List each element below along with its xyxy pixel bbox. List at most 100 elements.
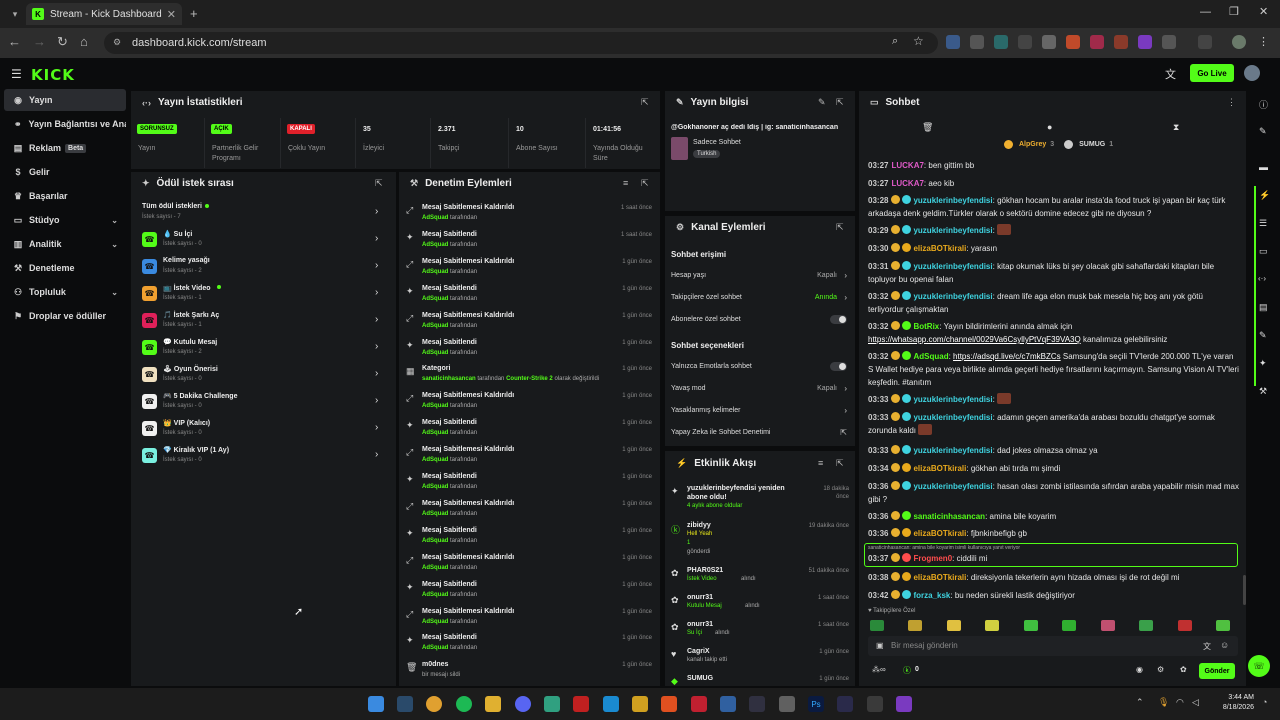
chat-username[interactable]: BotRix <box>913 322 939 331</box>
emotes-only-setting[interactable]: Yalnızca Emotlarla sohbet <box>671 361 849 371</box>
info-icon[interactable]: ⓘ <box>1259 98 1268 111</box>
tray-chevron-up-icon[interactable]: ⌃ <box>1136 697 1144 708</box>
chat-username[interactable]: elizaBOTkirali <box>913 464 966 473</box>
tab-list-icon[interactable]: ▾ <box>8 7 22 21</box>
app-icon[interactable] <box>779 696 795 712</box>
popout-icon[interactable]: ⇱ <box>836 458 844 469</box>
extensions-puzzle-icon[interactable] <box>1162 35 1176 49</box>
followers-only-setting[interactable]: Takipçilere özel sohbet Anında › <box>671 292 849 302</box>
chat-username[interactable]: elizaBOTkirali <box>913 529 966 538</box>
filter-icon[interactable]: ≡ <box>623 178 628 188</box>
reward-item[interactable]: ☎ Kelime yasağı İstek sayısı - 2 › <box>131 254 396 280</box>
taskbar-clock[interactable]: 3:44 AM 8/18/2026 <box>1204 693 1254 713</box>
minimize-icon[interactable]: — <box>1200 6 1211 18</box>
sidebar-item-community[interactable]: ⚇ Topluluk ⌄ <box>4 281 126 303</box>
chat-message[interactable]: 03:38 elizaBOTkirali: direksiyonla tekerl… <box>868 571 1240 584</box>
reward-item[interactable]: Tüm ödül istekleri İstek sayısı - 7 › <box>131 200 396 226</box>
chat-username[interactable]: sanaticinhasancan <box>913 512 985 521</box>
chat-message[interactable]: 03:42 forza_ksk: bu neden sürekli lastik … <box>868 589 1240 602</box>
zoom-icon[interactable]: ⌕ <box>892 35 898 48</box>
chat-link[interactable]: https://whatsapp.com/channel/0029Va6Csyl… <box>868 335 1081 344</box>
chat-message[interactable]: 03:27 LUCKA7: aeo kib <box>868 177 1240 190</box>
chat-username[interactable]: yuzuklerinbeyfendisi <box>913 262 992 271</box>
app-icon[interactable] <box>837 696 853 712</box>
chat-username[interactable]: yuzuklerinbeyfendisi <box>913 196 992 205</box>
chat-settings-icon[interactable]: ▣ <box>876 641 884 650</box>
chat-username[interactable]: elizaBOTkirali <box>913 573 966 582</box>
chat-message[interactable]: 03:32 BotRix: Yayın bildirimlerini anında… <box>868 320 1240 346</box>
app-icon[interactable] <box>896 696 912 712</box>
sidebar-item-moderation[interactable]: ⚒ Denetleme <box>4 257 126 279</box>
chat-message[interactable]: 03:27 LUCKA7: ben gittim bb <box>868 159 1240 172</box>
chat-message[interactable]: 03:33 yuzuklerinbeyfendisi: dad jokes olm… <box>868 444 1240 457</box>
wifi-icon[interactable]: ◠ <box>1176 697 1184 708</box>
chat-users-icon[interactable]: ◉ <box>1136 665 1143 674</box>
emote-icon[interactable] <box>1177 620 1192 631</box>
send-button[interactable]: Gönder <box>1199 663 1235 679</box>
windows-start-icon[interactable] <box>368 696 384 712</box>
chat-message[interactable]: 03:32 yuzuklerinbeyfendisi: dream life ag… <box>868 290 1240 316</box>
photoshop-icon[interactable]: Ps <box>808 696 824 712</box>
emote-icon[interactable] <box>1100 620 1115 631</box>
chat-username[interactable]: AdSquad <box>913 352 948 361</box>
reward-item[interactable]: ☎ 👑 VIP (Kalıcı) İstek sayısı - 0 › <box>131 416 396 442</box>
extension-icon[interactable] <box>946 35 960 49</box>
app-icon[interactable] <box>720 696 736 712</box>
reward-item[interactable]: ☎ 💧 Su İçi İstek sayısı - 0 › <box>131 227 396 253</box>
app-icon[interactable] <box>661 696 677 712</box>
reward-item[interactable]: ☎ 🎵 İstek Şarkı Aç İstek sayısı - 1 › <box>131 308 396 334</box>
sidebar-item-studio[interactable]: ▭ Stüdyo ⌄ <box>4 209 126 231</box>
chat-message[interactable]: 03:30 elizaBOTkirali: yarasın <box>868 242 1240 255</box>
chat-message[interactable]: 03:36 sanaticinhasancan: amina bile koyar… <box>868 510 1240 523</box>
trash-tab-icon[interactable]: 🗑 <box>922 122 933 133</box>
app-icon[interactable] <box>867 696 883 712</box>
browser-avatar[interactable] <box>1232 35 1246 49</box>
ai-moderation-setting[interactable]: Yapay Zeka ile Sohbet Denetimi ⇱ <box>671 427 849 437</box>
emote-icon[interactable] <box>946 620 961 631</box>
stack-icon[interactable]: ▤ <box>1259 302 1268 313</box>
user-avatar[interactable] <box>1244 65 1260 81</box>
reward-item[interactable]: ☎ 💬 Kutulu Mesaj İstek sayısı - 2 › <box>131 335 396 361</box>
gifts-icon[interactable]: ⁂∞ <box>872 665 886 674</box>
chat-username[interactable]: yuzuklerinbeyfendisi <box>913 446 992 455</box>
emote-icon[interactable] <box>870 620 884 631</box>
site-info-icon[interactable]: ⚙ <box>113 37 121 48</box>
chat-username[interactable]: forza_ksk <box>913 591 950 600</box>
wrench-icon[interactable]: ✎ <box>1259 330 1267 341</box>
chat-username[interactable]: yuzuklerinbeyfendisi <box>913 395 992 404</box>
volume-icon[interactable]: ◁ <box>1192 697 1199 708</box>
more-options-icon[interactable]: ⋮ <box>1227 97 1236 108</box>
edit-icon[interactable]: ✎ <box>1259 126 1267 137</box>
notification-bell-icon[interactable]: ◔ <box>1262 697 1267 707</box>
reward-icon[interactable]: ✦ <box>1259 358 1267 369</box>
filter-icon[interactable]: ≡ <box>818 458 823 468</box>
reward-item[interactable]: ☎ 💎 Kiralık VIP (1 Ay) İstek sayısı - 0 › <box>131 443 396 469</box>
reload-icon[interactable]: ↻ <box>57 34 75 52</box>
sidebar-item-stream-key[interactable]: ⚭ Yayın Bağlantısı ve Anahtarı <box>4 113 126 135</box>
kick-logo[interactable]: KICK <box>31 66 75 84</box>
chat-link[interactable]: https://adsqd.live/c/c7mkBZCs <box>953 352 1061 361</box>
help-chat-icon[interactable]: ☏ <box>1248 655 1270 677</box>
emote-icon[interactable] <box>1215 620 1230 631</box>
steam-icon[interactable] <box>397 696 413 712</box>
go-live-button[interactable]: Go Live <box>1190 64 1234 82</box>
chat-message[interactable]: 03:33 yuzuklerinbeyfendisi: adamın geçen … <box>868 411 1240 437</box>
close-window-icon[interactable]: ✕ <box>1259 5 1268 18</box>
lightning-icon[interactable]: ⚡ <box>1259 190 1270 201</box>
translate-icon[interactable]: 文 <box>1203 641 1211 652</box>
popout-icon[interactable]: ⇱ <box>641 178 649 189</box>
home-icon[interactable]: ⌂ <box>80 34 98 52</box>
chat-message[interactable]: 03:34 elizaBOTkirali: gökhan abi tırda mı… <box>868 462 1240 475</box>
chat-bubble-icon[interactable]: ▭ <box>1259 246 1268 257</box>
chat-message[interactable]: 03:32 AdSquad: https://adsqd.live/c/c7mkB… <box>868 350 1240 389</box>
new-tab-icon[interactable]: + <box>190 6 198 21</box>
emote-icon[interactable] <box>1139 620 1154 631</box>
chat-username[interactable]: LUCKA7 <box>891 179 923 188</box>
translate-icon[interactable]: 文 <box>1165 66 1176 82</box>
chat-tab-icon[interactable]: ● <box>1047 122 1052 132</box>
app-icon[interactable] <box>573 696 589 712</box>
list-icon[interactable]: ☰ <box>1259 218 1267 229</box>
chat-username[interactable]: yuzuklerinbeyfendisi <box>913 413 992 422</box>
restore-icon[interactable]: ❐ <box>1229 5 1239 18</box>
sidebar-item-analytics[interactable]: ▥ Analitik ⌄ <box>4 233 126 255</box>
